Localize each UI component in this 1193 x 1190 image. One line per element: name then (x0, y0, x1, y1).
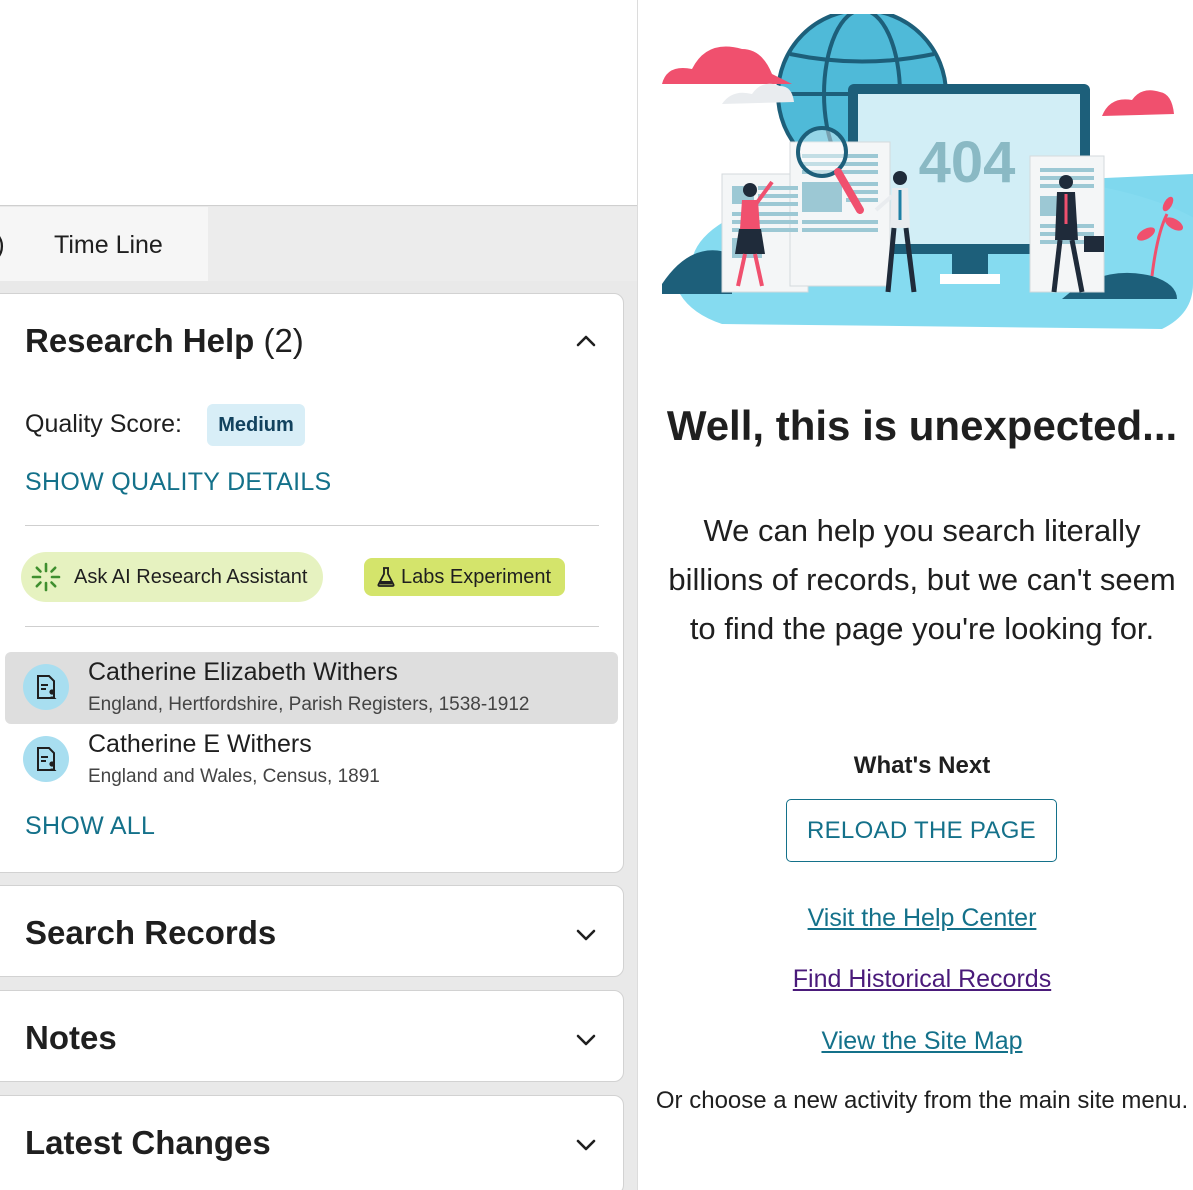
404-illustration: 404 (662, 14, 1193, 348)
search-records-card[interactable]: Search Records (0, 885, 624, 977)
labs-experiment-label: Labs Experiment (401, 566, 552, 588)
error-title: Well, this is unexpected... (666, 402, 1178, 449)
error-description: We can help you search literally billion… (668, 513, 1176, 646)
tab-timeline[interactable]: ) Time Line (0, 207, 208, 281)
research-help-card: Research Help (2) Quality Score: Medium … (0, 293, 624, 873)
quality-score-label: Quality Score: (25, 410, 183, 438)
historical-records-link[interactable]: Find Historical Records (638, 965, 1193, 994)
record-person-name: Catherine Elizabeth Withers (88, 658, 398, 686)
record-document-icon (23, 664, 69, 710)
chevron-down-icon[interactable] (573, 1132, 599, 1158)
site-map-link[interactable]: View the Site Map (638, 1027, 1193, 1056)
whats-next-heading: What's Next (853, 752, 991, 779)
show-all-link[interactable]: SHOW ALL (25, 812, 155, 841)
notes-title: Notes (25, 1019, 117, 1056)
404-text: 404 (919, 130, 1016, 195)
tab-previous-partial-label[interactable]: ) (0, 229, 5, 260)
chevron-down-icon[interactable] (573, 922, 599, 948)
reload-page-button[interactable]: RELOAD THE PAGE (786, 799, 1057, 862)
record-source: England and Wales, Census, 1891 (88, 766, 380, 787)
research-help-title[interactable]: Research Help (2) (25, 322, 304, 360)
show-quality-details-link[interactable]: SHOW QUALITY DETAILS (25, 468, 332, 497)
notes-card[interactable]: Notes (0, 990, 624, 1082)
error-page: 404 Well, this is unexpected... We can h… (638, 0, 1193, 1190)
research-help-title-text: Research Help (25, 322, 255, 359)
panel-header-area (0, 0, 637, 206)
divider (25, 626, 599, 627)
help-center-link[interactable]: Visit the Help Center (638, 904, 1193, 933)
tab-timeline-label: Time Line (54, 231, 163, 259)
record-hint-item[interactable]: Catherine Elizabeth Withers England, Her… (5, 652, 618, 724)
record-source: England, Hertfordshire, Parish Registers… (88, 694, 530, 715)
ask-ai-research-assistant-button[interactable]: Ask AI Research Assistant (21, 552, 323, 602)
latest-changes-card[interactable]: Latest Changes (0, 1095, 624, 1190)
footer-text: Or choose a new activity from the main s… (655, 1087, 1189, 1114)
person-details-panel: ) Time Line Research Help (2) Quality Sc… (0, 0, 637, 1190)
latest-changes-title: Latest Changes (25, 1124, 271, 1161)
search-records-title: Search Records (25, 914, 277, 951)
flask-icon (377, 567, 395, 587)
ask-ai-label: Ask AI Research Assistant (74, 566, 308, 588)
divider (25, 525, 599, 526)
record-person-name: Catherine E Withers (88, 730, 312, 758)
chevron-up-icon[interactable] (573, 328, 599, 354)
research-help-count: (2) (263, 322, 304, 359)
labs-experiment-badge: Labs Experiment (364, 558, 565, 596)
tab-bar: ) Time Line (0, 207, 637, 281)
chevron-down-icon[interactable] (573, 1027, 599, 1053)
record-hint-item[interactable]: Catherine E Withers England and Wales, C… (5, 724, 618, 796)
quality-score-badge: Medium (207, 404, 305, 446)
record-document-icon (23, 736, 69, 782)
sparkle-icon (31, 562, 61, 592)
